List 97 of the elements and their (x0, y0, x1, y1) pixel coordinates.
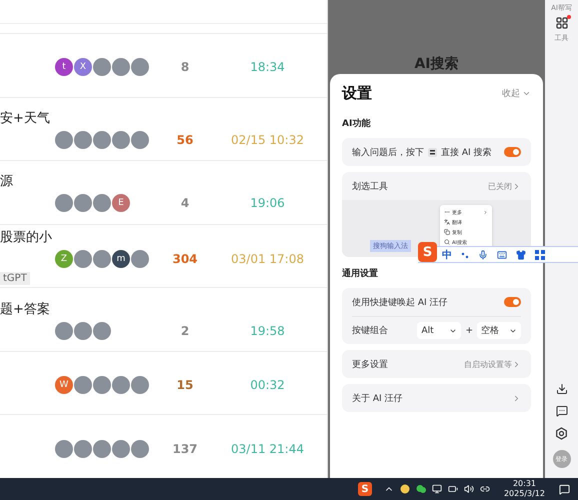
avatar: t (55, 58, 73, 76)
app-tray-icon[interactable] (400, 484, 410, 494)
avatar-placeholder (131, 58, 149, 76)
chevron-down-icon (522, 89, 531, 98)
reply-count: 15 (176, 378, 194, 392)
avatar: X (74, 58, 92, 76)
chevron-right-icon[interactable] (512, 394, 521, 402)
section-heading: AI功能 (342, 117, 372, 130)
avatar-placeholder (131, 440, 149, 458)
translate-icon (444, 219, 450, 225)
avatar-placeholder (93, 194, 111, 212)
chevron-right-icon[interactable] (512, 360, 521, 368)
download-icon[interactable] (556, 383, 568, 395)
topic-title[interactable]: 题+答案 (0, 300, 327, 318)
chevron-right-icon (483, 210, 488, 214)
avatar-placeholder (131, 130, 149, 149)
punctuation-icon[interactable] (461, 250, 469, 258)
setting-label: 输入问题后，按下 (352, 146, 424, 158)
avatar: W (55, 376, 73, 394)
key-icon (428, 148, 437, 156)
avatar-placeholder (74, 250, 92, 268)
activity-time: 02/15 10:32 (230, 132, 305, 147)
chevron-right-icon[interactable] (512, 182, 521, 190)
setting-label: 直接 AI 搜索 (441, 146, 492, 158)
reply-count: 2 (180, 324, 190, 338)
avatar-placeholder (93, 322, 111, 340)
page-title: AI搜索 (414, 55, 459, 73)
activity-time: 00:32 (249, 378, 286, 392)
reply-count: 4 (180, 196, 190, 210)
chat-icon[interactable] (556, 405, 568, 417)
link-icon[interactable] (480, 484, 490, 494)
avatar-placeholder (93, 440, 111, 458)
avatar-placeholder (93, 376, 111, 394)
activity-time: 18:34 (249, 60, 286, 74)
avatar-placeholder (55, 322, 73, 340)
reply-count: 137 (171, 442, 199, 456)
reply-count: 56 (176, 132, 194, 147)
shirt-icon[interactable] (516, 250, 526, 260)
topic-title[interactable]: 源 (0, 172, 327, 190)
keyboard-icon[interactable] (497, 250, 507, 260)
avatar-placeholder (131, 376, 149, 394)
avatar-placeholder (55, 194, 73, 212)
reply-count: 8 (180, 60, 190, 74)
avatar-placeholder (112, 58, 130, 76)
panel-title: 设置 (342, 84, 372, 103)
search-icon (444, 239, 450, 245)
avatar-placeholder (93, 130, 111, 149)
taskbar-clock[interactable]: 20:31 2025/3/12 (504, 479, 545, 499)
avatar-placeholder (93, 58, 111, 76)
activity-time: 03/01 17:08 (230, 252, 305, 266)
topic-title[interactable]: 安+天气 (0, 108, 327, 127)
collapse-button[interactable]: 收起 (502, 87, 531, 100)
key-select[interactable]: 空格 (477, 322, 521, 339)
activity-time: 03/11 21:44 (230, 442, 305, 456)
setting-label: 按键组合 (352, 324, 388, 337)
avatar: E (112, 194, 130, 212)
activity-time: 19:58 (249, 324, 286, 338)
toggle-switch[interactable] (504, 147, 521, 157)
plus-sign: + (465, 326, 473, 336)
topic-title[interactable]: 股票的小 (0, 228, 327, 246)
topic-tag[interactable]: tGPT (0, 272, 30, 285)
setting-label[interactable]: 划选工具 (352, 180, 388, 192)
avatar-placeholder (74, 376, 92, 394)
setting-value: 自启动设置等 (464, 358, 512, 370)
monitor-icon[interactable] (432, 484, 442, 494)
notification-icon[interactable] (559, 484, 570, 494)
setting-label: 使用快捷键唤起 AI 汪仔 (352, 296, 448, 308)
key-select[interactable]: Alt (417, 322, 462, 339)
avatar: Z (55, 250, 73, 268)
tools-button[interactable] (556, 17, 568, 29)
input-mode-toggle[interactable]: 中 (442, 248, 452, 262)
setting-label[interactable]: 更多设置 (352, 358, 388, 370)
battery-icon[interactable] (448, 484, 458, 494)
setting-value: 已关闭 (488, 180, 512, 192)
avatar-placeholder (112, 376, 130, 394)
volume-icon[interactable] (464, 484, 474, 494)
avatar-placeholder (93, 250, 111, 268)
settings-icon[interactable] (555, 427, 568, 440)
avatar-placeholder (112, 130, 130, 149)
avatar-placeholder (74, 194, 92, 212)
copy-icon (444, 229, 450, 235)
avatar-placeholder (74, 322, 92, 340)
chat-tray-icon[interactable] (416, 484, 426, 494)
avatar-placeholder (55, 440, 73, 458)
activity-time: 19:06 (249, 196, 286, 210)
avatar-placeholder (112, 440, 130, 458)
avatar-placeholder (74, 130, 92, 149)
grid-icon[interactable] (535, 250, 545, 260)
setting-label[interactable]: 关于 AI 汪仔 (352, 392, 403, 404)
section-heading: 通用设置 (342, 267, 379, 280)
avatar-placeholder (131, 250, 149, 268)
avatar-placeholder (74, 440, 92, 458)
avatar: m (112, 250, 130, 268)
microphone-icon[interactable] (478, 250, 488, 260)
reply-count: 304 (171, 252, 199, 266)
toggle-switch[interactable] (504, 297, 521, 307)
avatar-placeholder (55, 130, 73, 149)
